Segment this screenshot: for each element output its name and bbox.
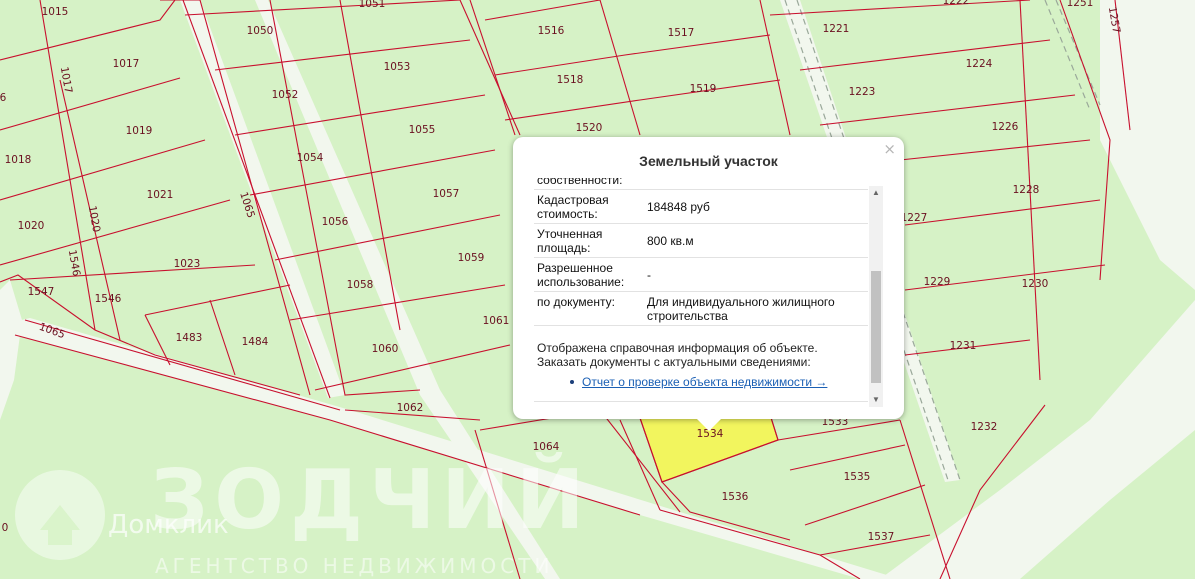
parcel-label-1221: 1221 — [823, 23, 850, 35]
info-value: 800 кв.м — [647, 233, 694, 248]
parcel-label-1021: 1021 — [147, 189, 174, 201]
parcel-label-1055: 1055 — [409, 124, 436, 136]
parcel-label-1228: 1228 — [1013, 184, 1040, 196]
parcel-label-1520: 1520 — [576, 122, 603, 134]
parcel-label-1537: 1537 — [868, 531, 895, 543]
parcel-label-1518: 1518 — [557, 74, 584, 86]
popup-title: Земельный участок — [639, 153, 778, 169]
parcel-label-1483: 1483 — [176, 332, 203, 344]
info-row-by-document: по документу: Для индивидуального жилищн… — [534, 292, 868, 326]
parcel-label-1052: 1052 — [272, 89, 299, 101]
info-key: Разрешенное использование: — [537, 261, 625, 289]
bullet-icon — [570, 380, 574, 384]
parcel-label-1229: 1229 — [924, 276, 951, 288]
parcel-label-1017: 1017 — [113, 58, 140, 70]
parcel-label-1057: 1057 — [433, 188, 460, 200]
info-row-cadastral-value: Кадастровая стоимость: 184848 руб — [534, 190, 868, 224]
parcel-label-1064: 1064 — [533, 441, 560, 453]
popup-scrollbar[interactable]: ▲ ▼ — [869, 186, 883, 407]
parcel-label-0: 0 — [2, 522, 9, 534]
info-value — [647, 178, 868, 189]
parcel-label-1051: 1051 — [359, 0, 386, 10]
watermark-title: ЗОДЧИЙ — [150, 452, 591, 548]
parcel-label-1053: 1053 — [384, 61, 411, 73]
info-key: собственности: — [537, 178, 623, 187]
popup-pointer — [697, 419, 721, 431]
info-value: 184848 руб — [647, 199, 710, 214]
parcel-label-1019: 1019 — [126, 125, 153, 137]
parcel-label-1015: 1015 — [42, 6, 69, 18]
divider — [534, 401, 868, 402]
parcel-label-1056: 1056 — [322, 216, 349, 228]
parcel-label-1223: 1223 — [849, 86, 876, 98]
note-line-1: Отображена справочная информация об объе… — [537, 341, 818, 355]
info-row-ownership: собственности: — [534, 178, 868, 190]
parcel-label-1516: 1516 — [538, 25, 565, 37]
report-link-item: Отчет о проверке объекта недвижимости → — [534, 375, 868, 389]
popup-content: собственности: Кадастровая стоимость: 18… — [534, 178, 868, 402]
parcel-label-1054: 1054 — [297, 152, 324, 164]
parcel-label-1231: 1231 — [950, 340, 977, 352]
info-row-area: Уточненная площадь: 800 кв.м — [534, 224, 868, 258]
scroll-up-icon[interactable]: ▲ — [869, 186, 883, 200]
info-row-permitted-use: Разрешенное использование: - — [534, 258, 868, 292]
parcel-label-1230: 1230 — [1022, 278, 1049, 290]
property-report-link[interactable]: Отчет о проверке объекта недвижимости → — [582, 375, 827, 389]
info-key: по документу: — [537, 295, 615, 309]
parcel-label-1227: 1227 — [901, 212, 928, 224]
info-value: Для индивидуального жилищного строительс… — [647, 294, 835, 323]
parcel-label-1519: 1519 — [690, 83, 717, 95]
parcel-label-1517: 1517 — [668, 27, 695, 39]
info-value: - — [647, 267, 651, 282]
parcel-label-1062: 1062 — [397, 402, 424, 414]
parcel-label-1058: 1058 — [347, 279, 374, 291]
info-key: Кадастровая стоимость: — [537, 193, 609, 221]
parcel-label-1536: 1536 — [722, 491, 749, 503]
parcel-label-1546: 1546 — [95, 293, 122, 305]
note-line-2: Заказать документы с актуальными сведени… — [537, 355, 811, 369]
parcel-label-1224: 1224 — [966, 58, 993, 70]
parcel-label-1059: 1059 — [458, 252, 485, 264]
parcel-label-1060: 1060 — [372, 343, 399, 355]
parcel-label-1251: 1251 — [1067, 0, 1094, 9]
parcel-label-1018: 1018 — [5, 154, 32, 166]
popup-note: Отображена справочная информация об объе… — [534, 341, 868, 369]
parcel-label-1020: 1020 — [18, 220, 45, 232]
parcel-label-1050: 1050 — [247, 25, 274, 37]
parcel-label-1484: 1484 — [242, 336, 269, 348]
parcel-label-1547: 1547 — [28, 286, 55, 298]
watermark-subtitle: АГЕНТСТВО НЕДВИЖИМОСТИ — [155, 554, 553, 578]
parcel-label-6: 6 — [0, 92, 7, 104]
scrollbar-thumb[interactable] — [871, 270, 881, 383]
parcel-label-1535: 1535 — [844, 471, 871, 483]
parcel-label-1232: 1232 — [971, 421, 998, 433]
parcel-label-1222: 1222 — [943, 0, 970, 7]
parcel-label-1023: 1023 — [174, 258, 201, 270]
parcel-label-1226: 1226 — [992, 121, 1019, 133]
scroll-down-icon[interactable]: ▼ — [869, 393, 883, 407]
parcel-label-1061: 1061 — [483, 315, 510, 327]
popup-body[interactable]: собственности: Кадастровая стоимость: 18… — [534, 178, 868, 407]
parcel-info-popup: × Земельный участок собственности: Кадас… — [513, 137, 904, 431]
info-key: Уточненная площадь: — [537, 227, 603, 255]
